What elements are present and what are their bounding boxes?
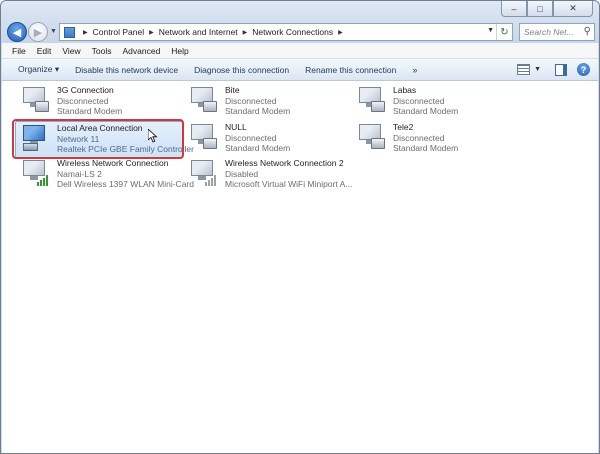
connection-status: Disconnected [225, 95, 277, 106]
connection-device: Microsoft Virtual WiFi Miniport A... [225, 179, 353, 189]
preview-pane-icon[interactable] [555, 63, 567, 76]
lan-connection-icon [21, 124, 51, 154]
help-icon[interactable]: ? [577, 63, 590, 76]
connection-device: Dell Wireless 1397 WLAN Mini-Card [57, 179, 194, 189]
connection-device: Standard Modem [225, 143, 291, 153]
connection-name: Wireless Network Connection 2 [225, 158, 344, 168]
breadcrumb-chevron-icon[interactable]: ▶ [243, 29, 248, 36]
connection-item-tele2[interactable]: Tele2 Disconnected Standard Modem [352, 121, 520, 158]
breadcrumb-control-panel[interactable]: Control Panel [93, 27, 145, 37]
connection-status: Disconnected [225, 132, 277, 143]
connection-device: Standard Modem [57, 106, 123, 116]
connection-item-null[interactable]: NULL Disconnected Standard Modem [184, 121, 352, 158]
address-bar[interactable]: ▶ Control Panel ▶ Network and Internet ▶… [59, 23, 513, 41]
maximize-button[interactable]: □ [527, 1, 553, 17]
modem-connection-icon [357, 86, 387, 116]
menu-edit[interactable]: Edit [37, 46, 52, 56]
connections-list: 3G Connection Disconnected Standard Mode… [2, 81, 598, 453]
connection-name: Local Area Connection [57, 123, 143, 133]
connection-status: Disconnected [393, 132, 445, 143]
modem-connection-icon [21, 86, 51, 116]
connection-item-wireless[interactable]: Wireless Network Connection Namai-LS 2 D… [16, 157, 194, 194]
menu-view[interactable]: View [62, 46, 80, 56]
connection-device: Standard Modem [393, 143, 459, 153]
forward-button[interactable]: ▶ [28, 22, 48, 42]
connection-item-3g[interactable]: 3G Connection Disconnected Standard Mode… [16, 84, 184, 121]
connection-item-bite[interactable]: Bite Disconnected Standard Modem [184, 84, 352, 121]
control-panel-icon [64, 26, 75, 38]
signal-strength-icon [205, 173, 218, 186]
address-dropdown-icon[interactable]: ▼ [487, 27, 494, 34]
connection-name: Tele2 [393, 122, 414, 132]
back-button[interactable]: ◀ [7, 22, 27, 42]
search-input[interactable]: Search Net... ⚲ [519, 23, 595, 41]
diagnose-connection-button[interactable]: Diagnose this connection [194, 65, 289, 75]
minimize-button[interactable]: – [501, 1, 527, 17]
caption-buttons: – □ ✕ [501, 1, 593, 17]
mouse-cursor-icon [148, 129, 158, 143]
connection-status: Network 11 [57, 133, 100, 144]
connection-device: Standard Modem [225, 106, 291, 116]
signal-strength-icon [37, 173, 50, 186]
menu-file[interactable]: File [12, 46, 26, 56]
search-icon[interactable]: ⚲ [584, 26, 591, 37]
connection-name: Wireless Network Connection [57, 158, 169, 168]
refresh-icon[interactable]: ↻ [496, 24, 512, 40]
connection-name: Bite [225, 85, 240, 95]
organize-button[interactable]: Organize ▾ [18, 64, 59, 75]
search-placeholder: Search Net... [524, 27, 574, 37]
connection-name: NULL [225, 122, 247, 132]
recent-pages-dropdown-icon[interactable]: ▼ [50, 28, 57, 35]
menu-tools[interactable]: Tools [92, 46, 112, 56]
connection-name: Labas [393, 85, 417, 95]
breadcrumb-chevron-icon[interactable]: ▶ [338, 29, 343, 36]
more-commands-button[interactable]: » [412, 65, 417, 75]
navigation-row: ◀ ▶ ▼ ▶ Control Panel ▶ Network and Inte… [7, 21, 595, 43]
connection-name: 3G Connection [57, 85, 114, 95]
modem-connection-icon [189, 123, 219, 153]
disable-device-button[interactable]: Disable this network device [75, 65, 178, 75]
rename-connection-button[interactable]: Rename this connection [305, 65, 396, 75]
breadcrumb-network-connections[interactable]: Network Connections [252, 27, 333, 37]
command-bar: Organize ▾ Disable this network device D… [2, 59, 598, 81]
connection-device: Realtek PCIe GBE Family Controller [57, 144, 194, 154]
connection-status: Disconnected [57, 95, 109, 106]
command-bar-right: ▼ ? [517, 63, 590, 76]
window-frame: – □ ✕ ◀ ▶ ▼ ▶ Control Panel ▶ Network an… [1, 1, 599, 43]
close-button[interactable]: ✕ [553, 1, 593, 17]
connection-status: Namai-LS 2 [57, 168, 102, 179]
menu-help[interactable]: Help [171, 46, 188, 56]
connection-status: Disconnected [393, 95, 445, 106]
modem-connection-icon [189, 86, 219, 116]
connection-item-labas[interactable]: Labas Disconnected Standard Modem [352, 84, 520, 121]
modem-connection-icon [357, 123, 387, 153]
view-options-dropdown-icon[interactable]: ▼ [534, 66, 541, 73]
breadcrumb-network-and-internet[interactable]: Network and Internet [159, 27, 238, 37]
connection-status: Disabled [225, 168, 259, 179]
explorer-window: – □ ✕ ◀ ▶ ▼ ▶ Control Panel ▶ Network an… [0, 0, 600, 454]
wireless-connection-icon [189, 159, 219, 189]
wireless-connection-icon [21, 159, 51, 189]
connection-device: Standard Modem [393, 106, 459, 116]
breadcrumb-chevron-icon[interactable]: ▶ [149, 29, 154, 36]
connection-item-wireless-2[interactable]: Wireless Network Connection 2 Disabled M… [184, 157, 364, 194]
change-view-icon[interactable] [517, 64, 531, 75]
menu-bar: File Edit View Tools Advanced Help [2, 43, 598, 59]
menu-advanced[interactable]: Advanced [122, 46, 160, 56]
breadcrumb-chevron-icon[interactable]: ▶ [83, 29, 88, 36]
